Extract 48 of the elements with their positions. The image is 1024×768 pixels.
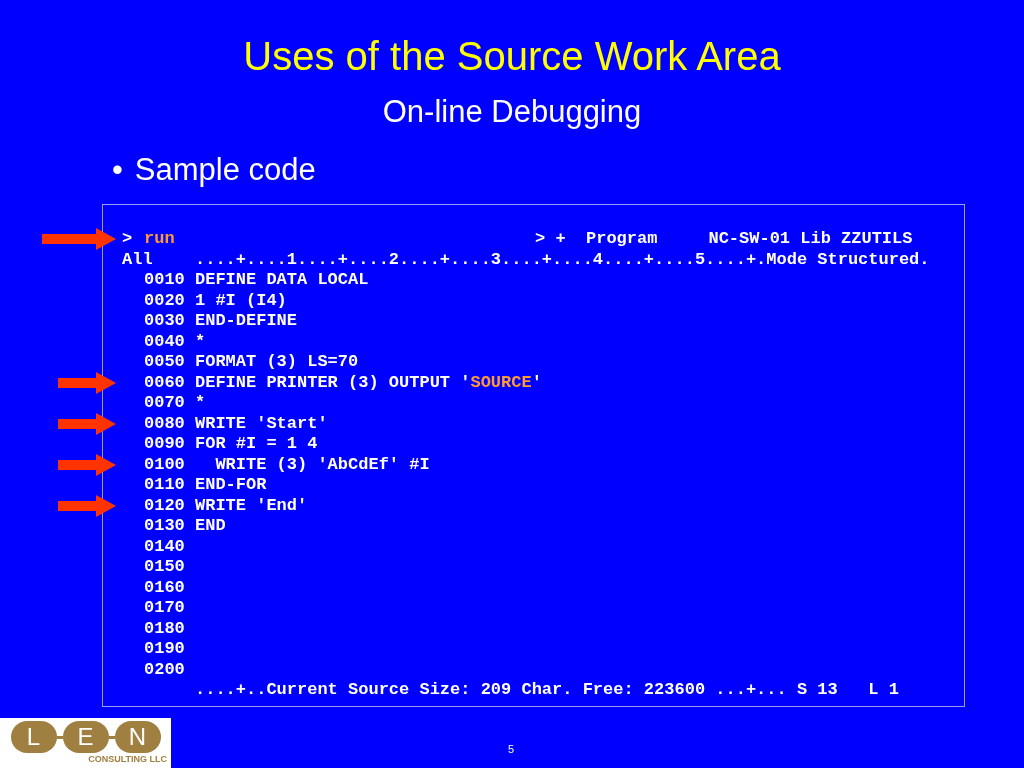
line-number: 0190	[144, 639, 186, 660]
line-number: 0180	[144, 618, 186, 639]
code-text: *	[195, 393, 206, 414]
slide-subtitle: On-line Debugging	[382, 94, 642, 130]
code-text: END-DEFINE	[195, 311, 298, 332]
line-number: 0090	[144, 434, 186, 455]
code-text: WRITE 'Start'	[195, 413, 328, 434]
bullet-text: Sample code	[134, 152, 316, 188]
line-number: 0070	[144, 393, 186, 414]
code-text: FORMAT (3) LS=70	[195, 352, 359, 373]
line-number: 0170	[144, 598, 186, 619]
command-text: run	[144, 229, 175, 248]
line-number: 0160	[144, 577, 186, 598]
logo-letter: N	[114, 721, 161, 753]
code-text: *	[195, 331, 206, 352]
code-text: WRITE (3) 'AbCdEf' #I	[214, 454, 430, 475]
logo-letter: E	[62, 721, 109, 753]
line-number: 0050	[144, 352, 186, 373]
header-text: > + Program NC-SW-01 Lib ZZUTILS	[535, 229, 913, 250]
page-number: 5	[508, 742, 515, 757]
code-text: WRITE 'End'	[195, 495, 308, 516]
code-text: END	[195, 516, 226, 537]
bullet-marker: •	[112, 152, 123, 188]
line-number: 0080	[144, 413, 186, 434]
status-text: ....+..Current Source Size: 209 Char. Free: 223600 ...+... S 13 L 1	[195, 680, 899, 701]
code-text: FOR #I = 1 4	[195, 434, 318, 455]
code-text: 1 #I (I4)	[195, 290, 287, 311]
prompt: >	[122, 229, 134, 250]
logo-letter: L	[10, 721, 57, 753]
logo-tagline: CONSULTING LLC	[88, 753, 167, 765]
line-number: 0140	[144, 536, 186, 557]
line-number: 0130	[144, 516, 186, 537]
ruler-text: ....+....1....+....2....+....3....+....4....+....5....+.Mode Structured.	[195, 249, 930, 270]
scope-label: All	[122, 249, 154, 270]
line-number: 0010	[144, 270, 186, 291]
line-number: 0100	[144, 454, 186, 475]
line-number: 0030	[144, 311, 186, 332]
line-number: 0120	[144, 495, 186, 516]
line-number: 0020	[144, 290, 186, 311]
line-number: 0060	[144, 372, 186, 393]
slide-title: Uses of the Source Work Area	[243, 33, 781, 80]
code-text: END-FOR	[195, 475, 267, 496]
line-number: 0150	[144, 557, 186, 578]
line-number: 0200	[144, 659, 186, 680]
code-text: DEFINE DATA LOCAL	[195, 270, 369, 291]
line-number: 0040	[144, 331, 186, 352]
code-text: DEFINE PRINTER (3) OUTPUT 'SOURCE'	[195, 372, 542, 393]
line-number: 0110	[144, 475, 186, 496]
